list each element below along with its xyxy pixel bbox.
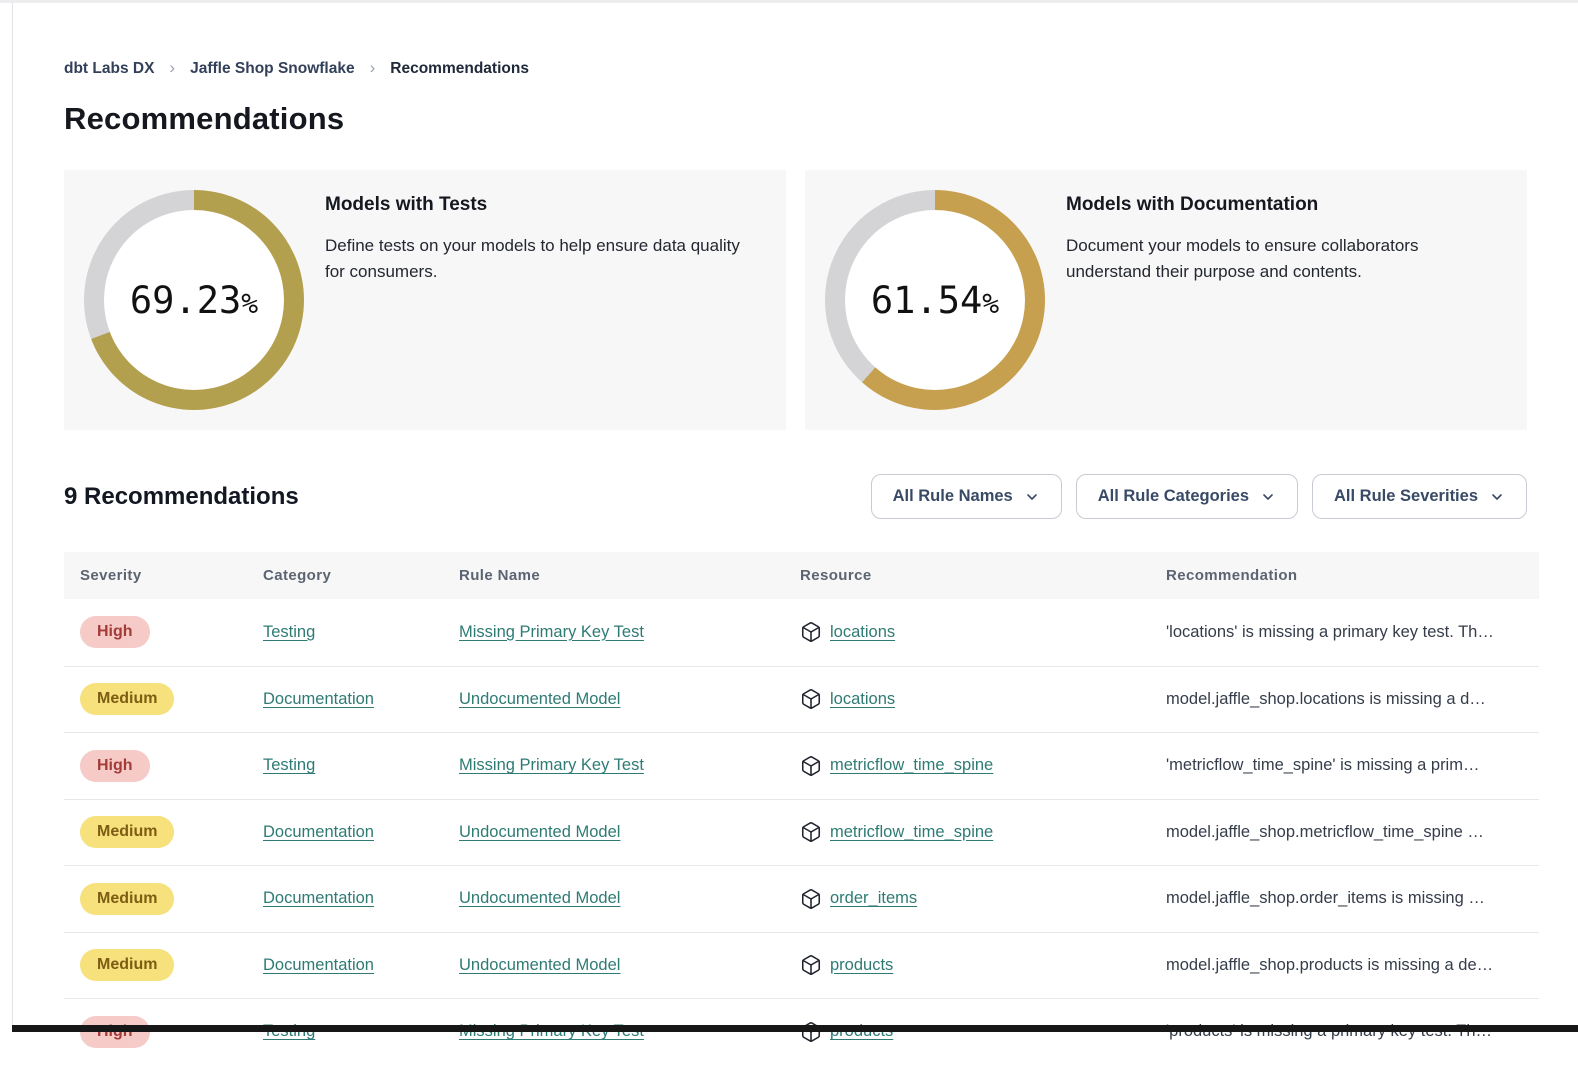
recommendation-text: model.jaffle_shop.metricflow_time_spine … xyxy=(1166,823,1539,842)
tests-percentage: 69.23% xyxy=(130,279,258,322)
table-row: Medium Documentation Undocumented Model … xyxy=(64,932,1539,999)
rule-name-link[interactable]: Undocumented Model xyxy=(459,956,620,974)
summary-cards: 69.23% Models with Tests Define tests on… xyxy=(64,170,1527,430)
model-cube-icon xyxy=(800,954,822,976)
column-header-recommendation: Recommendation xyxy=(1166,567,1539,584)
column-header-rule-name: Rule Name xyxy=(459,567,800,584)
breadcrumb-item-dbt-labs-dx[interactable]: dbt Labs DX xyxy=(64,60,154,78)
resource-link[interactable]: products xyxy=(830,956,893,975)
documentation-donut-chart: 61.54% xyxy=(825,190,1045,410)
rule-severities-filter-dropdown[interactable]: All Rule Severities xyxy=(1312,474,1527,519)
documentation-donut-center: 61.54% xyxy=(845,210,1025,390)
recommendations-table: Severity Category Rule Name Resource Rec… xyxy=(64,552,1539,1065)
rule-name-link[interactable]: Undocumented Model xyxy=(459,823,620,841)
recommendation-text: model.jaffle_shop.order_items is missing… xyxy=(1166,889,1539,908)
models-with-documentation-card: 61.54% Models with Documentation Documen… xyxy=(805,170,1527,430)
model-cube-icon xyxy=(800,821,822,843)
severity-badge: Medium xyxy=(80,683,174,715)
category-link[interactable]: Documentation xyxy=(263,690,374,708)
resource-link[interactable]: order_items xyxy=(830,889,917,908)
recommendations-count: 9 Recommendations xyxy=(64,483,299,511)
model-cube-icon xyxy=(800,621,822,643)
recommendations-page: dbt Labs DX › Jaffle Shop Snowflake › Re… xyxy=(13,3,1578,1032)
column-header-severity: Severity xyxy=(80,567,263,584)
recommendation-text: 'metricflow_time_spine' is missing a pri… xyxy=(1166,756,1539,775)
page-title: Recommendations xyxy=(64,101,1578,137)
rule-name-link[interactable]: Missing Primary Key Test xyxy=(459,756,644,774)
chevron-right-icon: › xyxy=(370,58,376,78)
recommendation-text: model.jaffle_shop.locations is missing a… xyxy=(1166,690,1539,709)
rule-names-filter-label: All Rule Names xyxy=(893,487,1013,506)
rule-name-link[interactable]: Undocumented Model xyxy=(459,690,620,708)
table-row: Medium Documentation Undocumented Model … xyxy=(64,865,1539,932)
chevron-right-icon: › xyxy=(169,58,175,78)
table-row: High Testing Missing Primary Key Test me… xyxy=(64,732,1539,799)
model-cube-icon xyxy=(800,755,822,777)
tests-card-title: Models with Tests xyxy=(325,194,756,216)
chevron-down-icon xyxy=(1024,489,1040,505)
models-with-tests-card: 69.23% Models with Tests Define tests on… xyxy=(64,170,786,430)
filter-bar: All Rule Names All Rule Categories All R… xyxy=(871,474,1527,519)
chevron-down-icon xyxy=(1489,489,1505,505)
documentation-card-text: Models with Documentation Document your … xyxy=(1066,194,1497,286)
recommendation-text: model.jaffle_shop.products is missing a … xyxy=(1166,956,1539,975)
rule-names-filter-dropdown[interactable]: All Rule Names xyxy=(871,474,1062,519)
table-row: Medium Documentation Undocumented Model … xyxy=(64,666,1539,733)
recommendation-text: 'locations' is missing a primary key tes… xyxy=(1166,623,1539,642)
category-link[interactable]: Documentation xyxy=(263,823,374,841)
table-header-row: Severity Category Rule Name Resource Rec… xyxy=(64,552,1539,599)
breadcrumb-item-recommendations: Recommendations xyxy=(390,60,529,78)
severity-badge: Medium xyxy=(80,883,174,915)
chevron-down-icon xyxy=(1260,489,1276,505)
severity-badge: High xyxy=(80,750,150,782)
model-cube-icon xyxy=(800,888,822,910)
column-header-resource: Resource xyxy=(800,567,1166,584)
tests-donut-chart: 69.23% xyxy=(84,190,304,410)
documentation-card-description: Document your models to ensure collabora… xyxy=(1066,233,1497,286)
resource-link[interactable]: metricflow_time_spine xyxy=(830,823,993,842)
severity-badge: High xyxy=(80,616,150,648)
rule-categories-filter-dropdown[interactable]: All Rule Categories xyxy=(1076,474,1298,519)
list-header: 9 Recommendations All Rule Names All Rul… xyxy=(64,474,1527,519)
model-cube-icon xyxy=(800,688,822,710)
resource-link[interactable]: locations xyxy=(830,690,895,709)
rule-name-link[interactable]: Undocumented Model xyxy=(459,889,620,907)
rule-severities-filter-label: All Rule Severities xyxy=(1334,487,1478,506)
resource-link[interactable]: metricflow_time_spine xyxy=(830,756,993,775)
rule-categories-filter-label: All Rule Categories xyxy=(1098,487,1249,506)
tests-card-text: Models with Tests Define tests on your m… xyxy=(325,194,756,286)
severity-badge: Medium xyxy=(80,949,174,981)
tests-donut-center: 69.23% xyxy=(104,210,284,390)
rule-name-link[interactable]: Missing Primary Key Test xyxy=(459,623,644,641)
table-row: Medium Documentation Undocumented Model … xyxy=(64,799,1539,866)
column-header-category: Category xyxy=(263,567,459,584)
documentation-percentage: 61.54% xyxy=(871,279,999,322)
severity-badge: Medium xyxy=(80,816,174,848)
resource-link[interactable]: locations xyxy=(830,623,895,642)
tests-card-description: Define tests on your models to help ensu… xyxy=(325,233,756,286)
category-link[interactable]: Testing xyxy=(263,623,315,641)
breadcrumb: dbt Labs DX › Jaffle Shop Snowflake › Re… xyxy=(64,59,1578,79)
breadcrumb-item-jaffle-shop-snowflake[interactable]: Jaffle Shop Snowflake xyxy=(190,60,355,78)
bottom-cutoff-strip xyxy=(12,1025,1578,1032)
category-link[interactable]: Documentation xyxy=(263,889,374,907)
category-link[interactable]: Testing xyxy=(263,756,315,774)
category-link[interactable]: Documentation xyxy=(263,956,374,974)
table-row: High Testing Missing Primary Key Test lo… xyxy=(64,599,1539,666)
documentation-card-title: Models with Documentation xyxy=(1066,194,1497,216)
